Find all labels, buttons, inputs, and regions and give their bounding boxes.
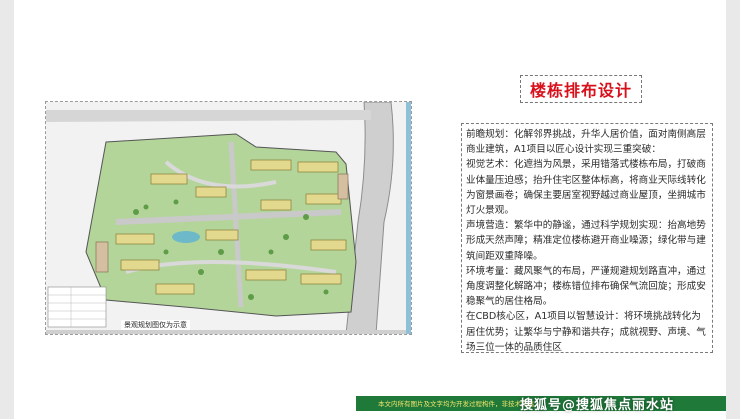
paragraph-visual: 视觉艺术：化遮挡为风景，采用错落式楼栋布局，打破商业体量压迫感；抬升住宅区整体标… xyxy=(466,159,706,217)
site-plan-map: 景观规划图仅为示意 xyxy=(45,101,412,335)
paragraph-intro: 前瞻规划：化解邻界挑战，升华人居价值，面对南侧高层商业建筑，A1项目以匠心设计实… xyxy=(466,129,706,156)
site-plan-drawing xyxy=(46,102,411,334)
footer-notice: 本文内所有图片及文字均为开发过程构件，非技术终稿 xyxy=(378,400,534,408)
paragraph-sound: 声境营造：繁华中的静谧，通过科学规划实现：抬高地势形成天然声障；精准定位楼栋避开… xyxy=(466,220,706,262)
map-caption: 景观规划图仅为示意 xyxy=(121,320,190,330)
paragraph-summary: 在CBD核心区，A1项目以智慧设计：将环境挑战转化为居住优势；让繁华与宁静和谐共… xyxy=(466,311,706,353)
watermark: 搜狐号@搜狐焦点丽水站 xyxy=(520,398,675,413)
page-title: 楼栋排布设计 xyxy=(529,81,632,100)
paragraph-environment: 环境考量：藏风聚气的布局，严谨规避规划路直冲，通过角度调整化解路冲；楼栋错位排布… xyxy=(466,265,706,308)
title-box: 楼栋排布设计 xyxy=(520,75,642,103)
description-box: 前瞻规划：化解邻界挑战，升华人居价值，面对南侧高层商业建筑，A1项目以匠心设计实… xyxy=(461,123,713,353)
